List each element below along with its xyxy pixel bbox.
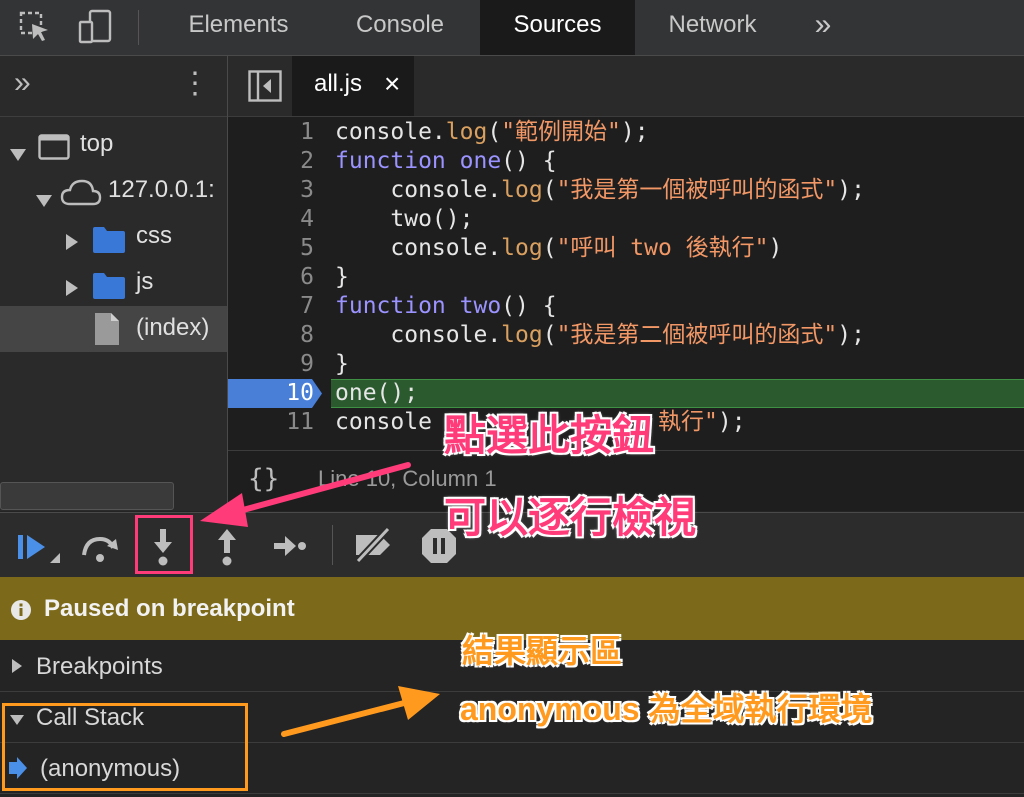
editor-tab-bar: all.js × [228,56,1024,117]
annotation-result-area: 結果顯示區 [462,633,623,669]
tab-sources[interactable]: Sources [480,0,635,55]
code-line-5: console.log("呼叫 two 後執行") [335,235,783,261]
frame-icon [38,134,70,167]
resume-icon[interactable] [16,531,62,570]
tab-console[interactable]: Console [330,0,470,55]
breakpoint-marker[interactable]: 10 [228,379,324,408]
expanded-arrow-icon [10,140,26,168]
info-icon [10,599,32,626]
code-area[interactable]: console.log("範例開始"); function one() { co… [331,118,1024,438]
code-line-1: console.log("範例開始"); [335,119,649,145]
code-line-2: function one() { [335,148,557,174]
navigator-scrollbar[interactable] [0,482,174,510]
annotation-line-by-line: 可以逐行檢視 [444,494,697,541]
line-number[interactable]: 8 [228,321,314,350]
file-tab-label: all.js [314,70,363,97]
file-icon [94,312,120,353]
step-into-highlight-box [135,515,193,574]
line-number-gutter: 1 2 3 4 5 6 7 8 9 10 11 [228,118,328,438]
cloud-icon [60,178,102,212]
line-number[interactable]: 1 [228,118,314,147]
tree-label-css: css [136,222,172,249]
folder-icon [92,272,126,306]
tab-elements[interactable]: Elements [166,0,311,55]
annotation-global-context: anonymous 為全域執行環境 [460,691,873,727]
paused-status-text: Paused on breakpoint [44,595,295,622]
navigator-more-icon[interactable]: » [14,66,31,100]
code-line-3: console.log("我是第一個被呼叫的函式"); [335,177,865,203]
line-number[interactable]: 4 [228,205,314,234]
tree-item-top[interactable]: top [0,126,227,166]
collapsed-arrow-icon [66,275,78,303]
call-stack-highlight-box [2,703,248,791]
tree-label-index: (index) [136,314,210,341]
line-number[interactable]: 6 [228,263,314,292]
step-over-icon[interactable] [80,531,120,568]
code-line-9: } [335,351,349,377]
tree-label-host: 127.0.0.1: [108,176,215,203]
navigator-menu-icon[interactable]: ⋮ [180,66,210,101]
collapsed-arrow-icon [12,659,22,678]
file-tab-all-js[interactable]: all.js × [292,56,414,116]
navigator-divider [0,116,227,117]
tree-item-host[interactable]: 127.0.0.1: [0,172,227,212]
orange-arrow [281,686,440,737]
execution-line-highlight [331,379,1024,408]
annotation-click-button: 點選此按鈕 [444,412,655,459]
line-number[interactable]: 3 [228,176,314,205]
tree-label-js: js [136,268,154,295]
tab-network[interactable]: Network [645,0,780,55]
device-toolbar-icon[interactable] [78,8,114,46]
file-navigator: » ⋮ top 127.0.0.1: css js (index) [0,56,228,511]
toggle-navigator-icon[interactable] [248,70,282,107]
line-number[interactable]: 11 [228,408,314,437]
breakpoints-label: Breakpoints [36,653,163,680]
more-tabs-icon[interactable]: » [800,0,846,55]
tree-item-css[interactable]: css [0,218,227,258]
line-number[interactable]: 5 [228,234,314,263]
line-number[interactable]: 7 [228,292,314,321]
folder-icon [92,226,126,260]
line-number[interactable]: 2 [228,147,314,176]
close-tab-icon[interactable]: × [384,68,400,100]
inspect-element-icon[interactable] [18,10,52,44]
toolbar-divider [138,10,139,45]
tree-item-index[interactable]: (index) [0,306,227,352]
code-line-10: one(); [335,380,419,406]
tree-item-js[interactable]: js [0,264,227,304]
code-line-7: function two() { [335,293,557,319]
pink-arrow [200,462,411,527]
code-line-6: } [335,264,349,290]
line-number[interactable]: 10 [228,379,314,408]
step-icon[interactable] [272,533,308,564]
code-line-11: console 執行"); [335,409,746,435]
devtools-tab-bar: Elements Console Sources Network » [0,0,1024,56]
code-line-8: console.log("我是第二個被呼叫的函式"); [335,322,865,348]
expanded-arrow-icon [36,186,52,212]
tree-label-top: top [80,130,114,157]
line-number[interactable]: 9 [228,350,314,379]
code-line-4: two(); [335,206,474,232]
collapsed-arrow-icon [66,229,78,257]
